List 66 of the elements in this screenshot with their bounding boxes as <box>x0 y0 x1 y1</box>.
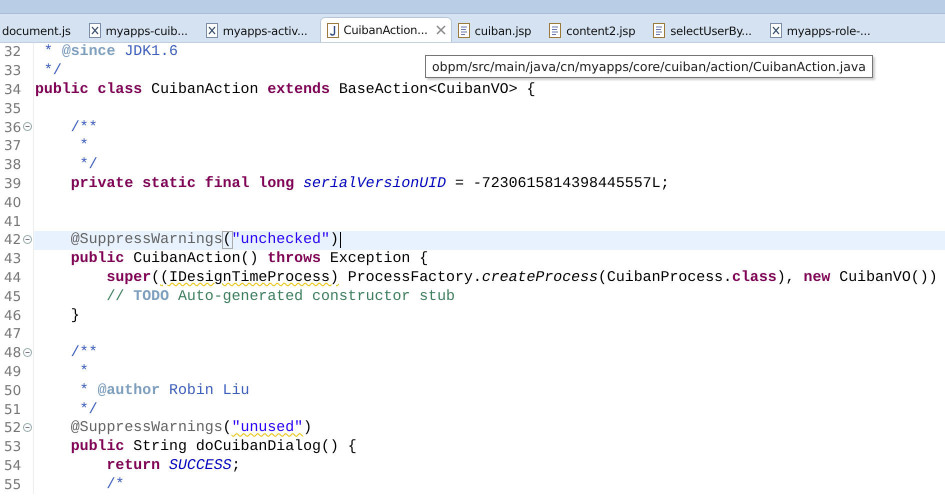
line-number: 46 <box>3 308 22 324</box>
line-number: 41 <box>3 214 22 230</box>
editor-tab[interactable]: cuiban.jsp <box>452 19 544 42</box>
line-number: 39 <box>3 176 22 192</box>
close-icon[interactable] <box>436 25 446 35</box>
line-number: 38 <box>3 157 22 174</box>
collapse-icon[interactable] <box>23 234 32 244</box>
text-cursor <box>340 232 342 248</box>
code-text: */ <box>78 402 98 418</box>
code-text: } <box>70 308 80 324</box>
xml-file-icon <box>770 23 782 38</box>
code-text: public String doCuibanDialog() { <box>70 439 357 456</box>
line-number: 33 <box>3 63 22 80</box>
line-number: 37 <box>3 138 22 154</box>
line-number: 34 <box>3 82 22 98</box>
line-number: 48 <box>3 345 22 362</box>
line-number: 43 <box>3 251 22 268</box>
code-text: * @since JDK1.6 <box>42 44 178 60</box>
collapse-icon[interactable] <box>23 348 32 357</box>
line-number: 49 <box>3 364 22 380</box>
document-icon <box>458 23 470 38</box>
line-number: 47 <box>3 326 22 342</box>
code-text: public CuibanAction() throws Exception { <box>70 251 428 268</box>
code-text: @SuppressWarnings("unused") <box>70 420 312 436</box>
code-text: public class CuibanAction extends BaseAction<CuibanVO> { <box>35 82 536 98</box>
line-number: 53 <box>3 439 22 456</box>
java-file-icon <box>326 22 338 38</box>
code-text: super((IDesignTimeProcess) ProcessFactory.createProcess(CuibanProcess.class), new CuibanVO()) <box>105 270 938 286</box>
editor-tab[interactable]: myapps-activ... <box>200 19 320 42</box>
code-text: /* <box>105 476 124 493</box>
code-text: private static final long serialVersionUID = -7230615814398445557L; <box>70 176 670 192</box>
code-text: // TODO Auto-generated constructor stub <box>105 288 455 305</box>
code-text: * <box>78 138 89 154</box>
editor-tab[interactable]: content2.jsp <box>543 19 648 42</box>
line-number: 55 <box>3 476 22 493</box>
editor-tab[interactable]: CuibanAction... <box>320 17 452 42</box>
editor-tab[interactable]: document.js <box>0 19 83 42</box>
line-number: 36 <box>3 120 22 136</box>
code-text: /** <box>70 345 98 362</box>
line-number: 42 <box>3 232 22 248</box>
line-number: 45 <box>3 288 22 305</box>
xml-file-icon <box>88 23 101 38</box>
document-icon <box>653 23 666 38</box>
code-text: * <box>78 364 89 380</box>
tooltip: obpm/src/main/java/cn/myapps/core/cuiban/action/CuibanAction.java <box>425 55 873 78</box>
collapse-icon[interactable] <box>23 422 32 432</box>
editor-tab[interactable]: myapps-role-... <box>764 19 882 42</box>
line-number: 44 <box>3 270 22 286</box>
line-number: 40 <box>3 194 22 211</box>
line-number: 50 <box>3 382 22 399</box>
document-icon <box>549 23 562 38</box>
editor-tab[interactable]: selectUserBy... <box>647 19 764 42</box>
code-text: */ <box>78 157 98 174</box>
editor-tab[interactable]: myapps-cuib... <box>82 19 200 42</box>
collapse-icon[interactable] <box>23 122 32 132</box>
line-number: 52 <box>3 420 22 436</box>
code-text: */ <box>42 63 62 80</box>
line-number: 35 <box>3 100 22 117</box>
code-text: /** <box>70 120 98 136</box>
line-number: 51 <box>3 402 22 418</box>
xml-file-icon <box>206 23 218 38</box>
code-text: * @author Robin Liu <box>78 382 250 399</box>
code-text: return SUCCESS; <box>105 458 241 474</box>
line-number: 32 <box>3 44 22 60</box>
line-number: 54 <box>3 458 22 474</box>
code-text: @SuppressWarnings("unchecked") <box>70 232 339 248</box>
